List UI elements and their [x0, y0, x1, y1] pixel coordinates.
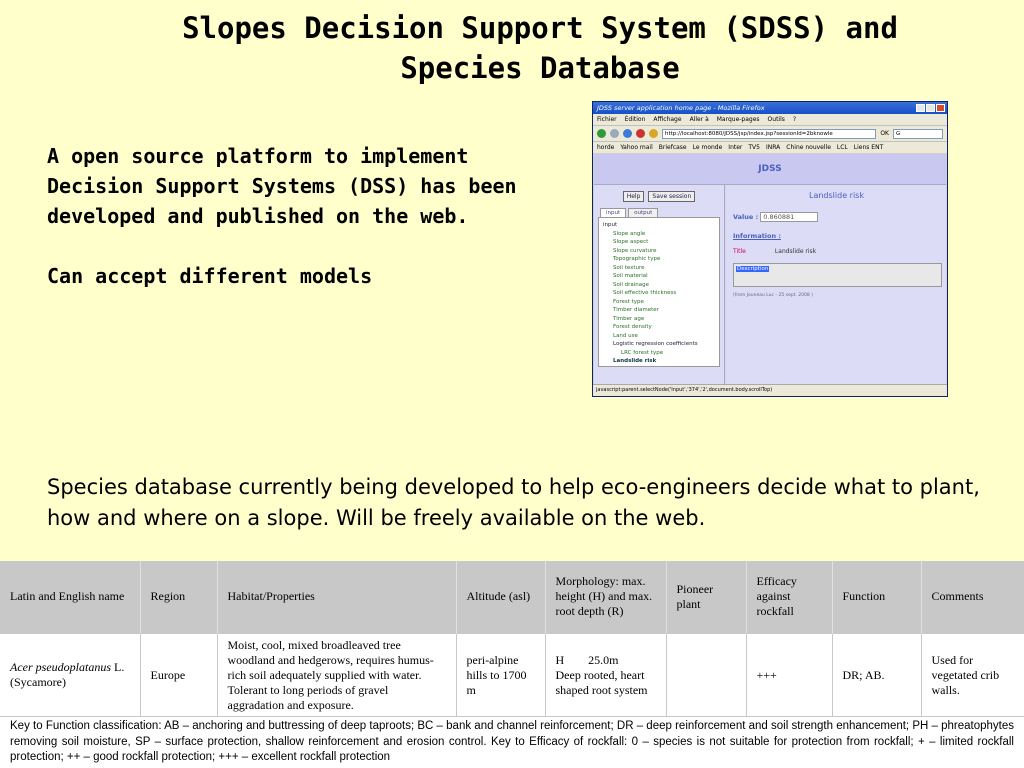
reload-icon[interactable] [623, 129, 632, 138]
intro-line-models: Can accept different models [47, 264, 373, 288]
information-label[interactable]: Information : [733, 232, 946, 240]
cell-region: Europe [140, 632, 218, 717]
description-value: Description [736, 266, 770, 272]
intro-line-dss: A open source platform to implement Deci… [47, 144, 517, 228]
tree-item[interactable]: Soil drainage [603, 281, 715, 290]
maximize-icon[interactable] [926, 104, 935, 112]
column-header: Altitude (asl) [456, 561, 546, 633]
bookmarks-bar: horde Yahoo mail Briefcase Le monde Inte… [593, 141, 947, 153]
cell-function: DR; AB. [832, 632, 922, 717]
app-title: JDSS [594, 154, 946, 185]
column-header: Habitat/Properties [217, 561, 457, 633]
menu-aller[interactable]: Aller à [690, 116, 709, 123]
value-field: 0.860881 [760, 212, 819, 222]
bookmark-item[interactable]: Briefcase [659, 144, 687, 151]
column-header: Region [140, 561, 218, 633]
table-row: Acer pseudoplatanus L. (Sycamore) Europe … [0, 632, 1024, 717]
species-table: Latin and English name Region Habitat/Pr… [0, 561, 1024, 717]
tree-item[interactable]: Slope curvature [603, 247, 715, 256]
bookmark-item[interactable]: Chine nouvelle [786, 144, 831, 151]
table-header-row: Latin and English name Region Habitat/Pr… [0, 561, 1024, 633]
back-icon[interactable] [597, 129, 606, 138]
input-tree: input Slope angle Slope aspect Slope cur… [598, 217, 720, 367]
column-header: Latin and English name [0, 561, 141, 633]
title-row: Title Landslide risk [733, 248, 946, 255]
close-icon[interactable] [936, 104, 945, 112]
cell-morphology: H 25.0m Deep rooted, heart shaped root sy… [545, 632, 667, 717]
left-pane: Help Save session input output input Slo… [594, 185, 725, 384]
bookmark-item[interactable]: LCL [837, 144, 848, 151]
bookmark-item[interactable]: TV5 [748, 144, 760, 151]
column-header: Morphology: max. height (H) and max. roo… [545, 561, 667, 633]
title-value: Landslide risk [774, 248, 817, 255]
cell-altitude: peri-alpine hills to 1700 m [456, 632, 546, 717]
bookmark-item[interactable]: horde [597, 144, 614, 151]
tree-item[interactable]: Timber diameter [603, 306, 715, 315]
tree-item[interactable]: Forest type [603, 298, 715, 307]
tree-item[interactable]: LRC forest type [603, 349, 715, 358]
title-label: Title [733, 248, 746, 255]
cell-efficacy: +++ [746, 632, 833, 717]
from-text: (from Jouneau Luc - 25 sept. 2008 ) [733, 293, 813, 298]
browser-window-title: JDSS server application home page - Mozi… [597, 104, 765, 112]
column-header: Function [832, 561, 922, 633]
tree-item[interactable]: Slope angle [603, 230, 715, 239]
bookmark-item[interactable]: Liens ENT [854, 144, 883, 151]
tree-item[interactable]: Soil texture [603, 264, 715, 273]
menu-help[interactable]: ? [793, 116, 796, 123]
tab-output[interactable]: output [628, 208, 659, 217]
search-field[interactable]: G [893, 128, 943, 139]
column-header: Pioneer plant [666, 561, 747, 633]
intro-text: A open source platform to implement Deci… [47, 141, 517, 291]
species-text: Species database currently being develop… [47, 475, 980, 530]
table-key: Key to Function classification: AB – anc… [0, 716, 1024, 768]
browser-content: JDSS Help Save session input output inpu… [594, 154, 946, 384]
cell-comments: Used for vegetated crib walls. [921, 632, 1024, 717]
tree-item[interactable]: Timber age [603, 315, 715, 324]
browser-screenshot: JDSS server application home page - Mozi… [592, 101, 948, 397]
menu-affichage[interactable]: Affichage [653, 116, 681, 123]
cell-habitat: Moist, cool, mixed broadleaved tree wood… [217, 632, 457, 717]
tree-item[interactable]: Topographic type [603, 255, 715, 264]
value-row: Value : 0.860881 [733, 212, 946, 222]
bookmark-item[interactable]: INRA [766, 144, 780, 151]
tree-item[interactable]: Slope aspect [603, 238, 715, 247]
bookmark-item[interactable]: Inter [728, 144, 742, 151]
minimize-icon[interactable] [916, 104, 925, 112]
column-header: Comments [921, 561, 1024, 633]
home-icon[interactable] [649, 129, 658, 138]
cell-name: Acer pseudoplatanus L. (Sycamore) [0, 632, 141, 717]
stop-icon[interactable] [636, 129, 645, 138]
column-header: Efficacy against rockfall [746, 561, 833, 633]
tab-input[interactable]: input [600, 208, 627, 217]
value-label: Value : [733, 213, 759, 221]
menu-marque-pages[interactable]: Marque-pages [717, 116, 760, 123]
url-field[interactable]: http://localhost:8080/JDSS/jsp/index.jsp… [662, 128, 877, 139]
menu-edition[interactable]: Édition [625, 116, 646, 123]
save-session-button[interactable]: Save session [648, 191, 696, 202]
browser-title-bar: JDSS server application home page - Mozi… [593, 102, 947, 114]
tree-item-selected[interactable]: Landslide risk [603, 357, 715, 366]
result-title: Landslide risk [809, 191, 864, 200]
description-box: Description [733, 263, 942, 287]
bookmark-item[interactable]: Le monde [693, 144, 723, 151]
tree-item[interactable]: Soil effective thickness [603, 289, 715, 298]
page-title: Slopes Decision Support System (SDSS) an… [182, 11, 898, 85]
menu-outils[interactable]: Outils [768, 116, 785, 123]
tree-item[interactable]: Land use [603, 332, 715, 341]
right-pane: Landslide risk Value : 0.860881 Informat… [727, 185, 946, 384]
tree-root[interactable]: input [603, 221, 715, 230]
menu-fichier[interactable]: Fichier [597, 116, 617, 123]
browser-nav-bar: http://localhost:8080/JDSS/jsp/index.jsp… [593, 125, 947, 141]
cell-pioneer [666, 632, 747, 717]
help-button[interactable]: Help [622, 191, 645, 202]
tree-item[interactable]: Forest density [603, 323, 715, 332]
status-bar: javascript:parent.selectNode('Input','37… [593, 384, 947, 396]
tree-group[interactable]: Logistic regression coefficients [603, 340, 715, 349]
browser-menu-bar: Fichier Édition Affichage Aller à Marque… [593, 114, 947, 125]
tree-item[interactable]: Soil material [603, 272, 715, 281]
bookmark-item[interactable]: Yahoo mail [620, 144, 652, 151]
forward-icon[interactable] [610, 129, 619, 138]
go-button[interactable]: OK [880, 130, 889, 137]
